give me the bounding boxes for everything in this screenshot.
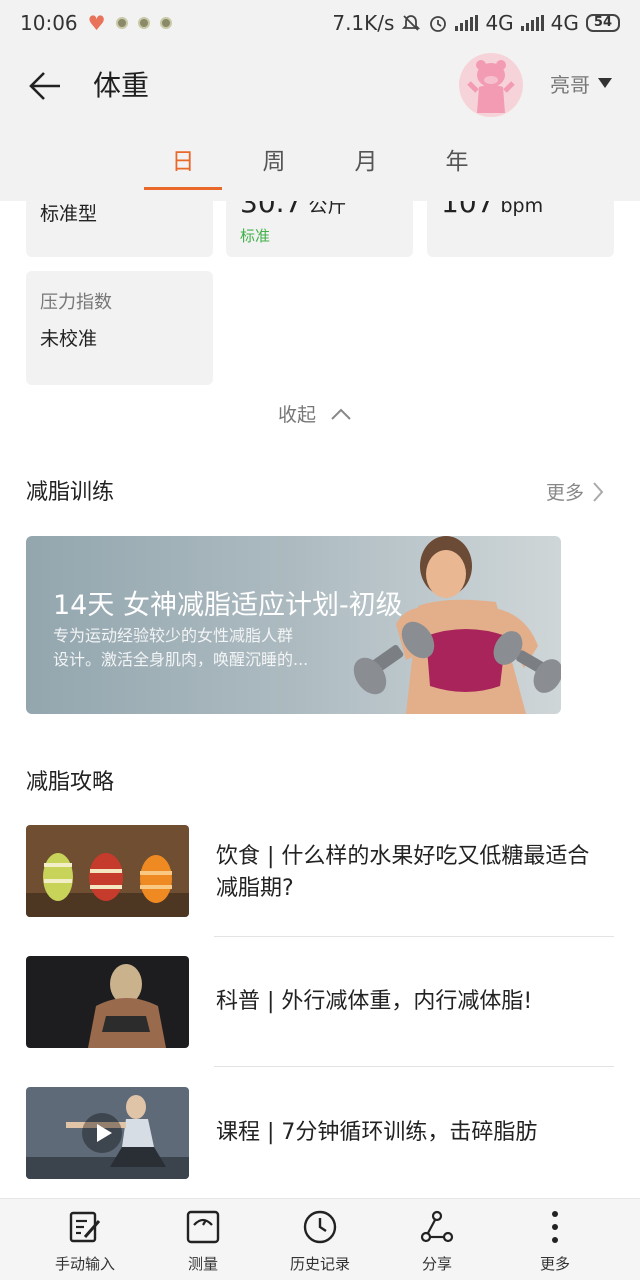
history-button[interactable]: 历史记录 [265, 1209, 375, 1274]
history-clock-icon [303, 1210, 337, 1244]
share-icon [420, 1210, 454, 1243]
arrow-left-icon [29, 72, 60, 100]
fitness-back-image [26, 956, 189, 1048]
period-tabs: 日 周 月 年 [0, 142, 640, 192]
play-icon [97, 1124, 112, 1142]
workout-video-thumbnail [26, 1087, 189, 1179]
manual-input-button[interactable]: 手动输入 [30, 1209, 140, 1274]
stress-label: 压力指数 [40, 292, 112, 313]
alarm-icon [430, 16, 447, 32]
measure-button[interactable]: 测量 [148, 1209, 258, 1274]
signal-icon [520, 15, 544, 31]
divider [214, 1066, 614, 1067]
play-button[interactable] [82, 1113, 122, 1153]
page-title: 体重 [93, 69, 150, 102]
status-time: 10:06 [20, 11, 78, 35]
manual-input-icon [69, 1211, 101, 1243]
chevron-right-icon [593, 481, 604, 502]
article-title: 科普 | 外行减体重，内行减体脂! [216, 989, 533, 1014]
heart-rate-notification-icon: ♥ [87, 11, 106, 35]
banner-description: 专为运动经验较少的女性减脂人群 设计。激活全身肌肉，唤醒沉睡的... [53, 624, 373, 672]
back-button[interactable] [24, 66, 68, 106]
manual-input-label: 手动输入 [54, 1255, 115, 1273]
collapse-label: 收起 [278, 404, 317, 426]
stress-card[interactable]: 压力指数 未校准 [26, 271, 213, 385]
tab-year[interactable]: 年 [417, 142, 497, 182]
network-type: 4G [485, 11, 514, 35]
measure-label: 测量 [187, 1255, 218, 1273]
share-button[interactable]: 分享 [382, 1209, 492, 1274]
app-notification-icon [137, 17, 150, 29]
guide-section-title: 减脂攻略 [26, 770, 115, 795]
stress-value: 未校准 [40, 328, 98, 350]
tab-month[interactable]: 月 [326, 142, 406, 182]
fitness-thumbnail [26, 956, 189, 1048]
fruit-thumbnail [26, 825, 189, 917]
history-label: 历史记录 [289, 1255, 350, 1273]
more-label: 更多 [546, 482, 585, 504]
banner-desc-line: 专为运动经验较少的女性减脂人群 [53, 626, 294, 645]
network-speed: 7.1K/s [332, 11, 395, 35]
app-notification-icon [159, 17, 172, 29]
tab-day[interactable]: 日 [143, 142, 223, 182]
bottom-toolbar: 手动输入 测量 历史记录 分享 更多 [0, 1198, 640, 1280]
weight-status: 标准 [240, 227, 271, 245]
banner-desc-line: 设计。激活全身肌肉，唤醒沉睡的... [53, 650, 309, 669]
more-button[interactable]: 更多 [500, 1209, 610, 1274]
banner-title: 14天 女神减脂适应计划-初级 [53, 590, 403, 621]
chevron-up-icon [331, 408, 351, 420]
network-type: 4G [550, 11, 579, 35]
training-more-link[interactable]: 更多 [546, 478, 604, 505]
signal-icon [455, 15, 479, 31]
more-dots-icon [552, 1211, 558, 1243]
scale-icon [186, 1210, 220, 1244]
body-type-value: 标准型 [40, 203, 98, 225]
divider [214, 936, 614, 937]
fruit-image [26, 825, 189, 917]
active-tab-indicator [144, 187, 222, 190]
caret-down-icon[interactable] [598, 78, 612, 88]
app-notification-icon [115, 17, 128, 29]
tab-week[interactable]: 周 [234, 142, 314, 182]
more-label: 更多 [539, 1255, 570, 1273]
status-bar: 10:06 ♥ 7.1K/s 4G 4G 54 [0, 0, 640, 46]
article-item[interactable]: 科普 | 外行减体重，内行减体脂! [26, 956, 614, 1087]
training-plan-banner[interactable]: 14天 女神减脂适应计划-初级 专为运动经验较少的女性减脂人群 设计。激活全身肌… [26, 536, 561, 714]
collapse-button[interactable]: 收起 [278, 400, 352, 427]
share-label: 分享 [421, 1255, 452, 1273]
article-title: 课程 | 7分钟循环训练，击碎脂肪 [216, 1120, 538, 1145]
user-switcher[interactable]: 亮哥 [550, 70, 590, 100]
pink-panther-avatar-icon [467, 60, 515, 113]
battery-icon: 54 [585, 14, 620, 32]
avatar[interactable] [459, 53, 523, 117]
article-title: 饮食 | 什么样的水果好吃又低糖最适合减脂期? [216, 844, 590, 901]
mute-icon [402, 15, 421, 31]
app-header: 体重 亮哥 日 周 月 年 [0, 46, 640, 201]
training-section-title: 减脂训练 [26, 480, 115, 505]
